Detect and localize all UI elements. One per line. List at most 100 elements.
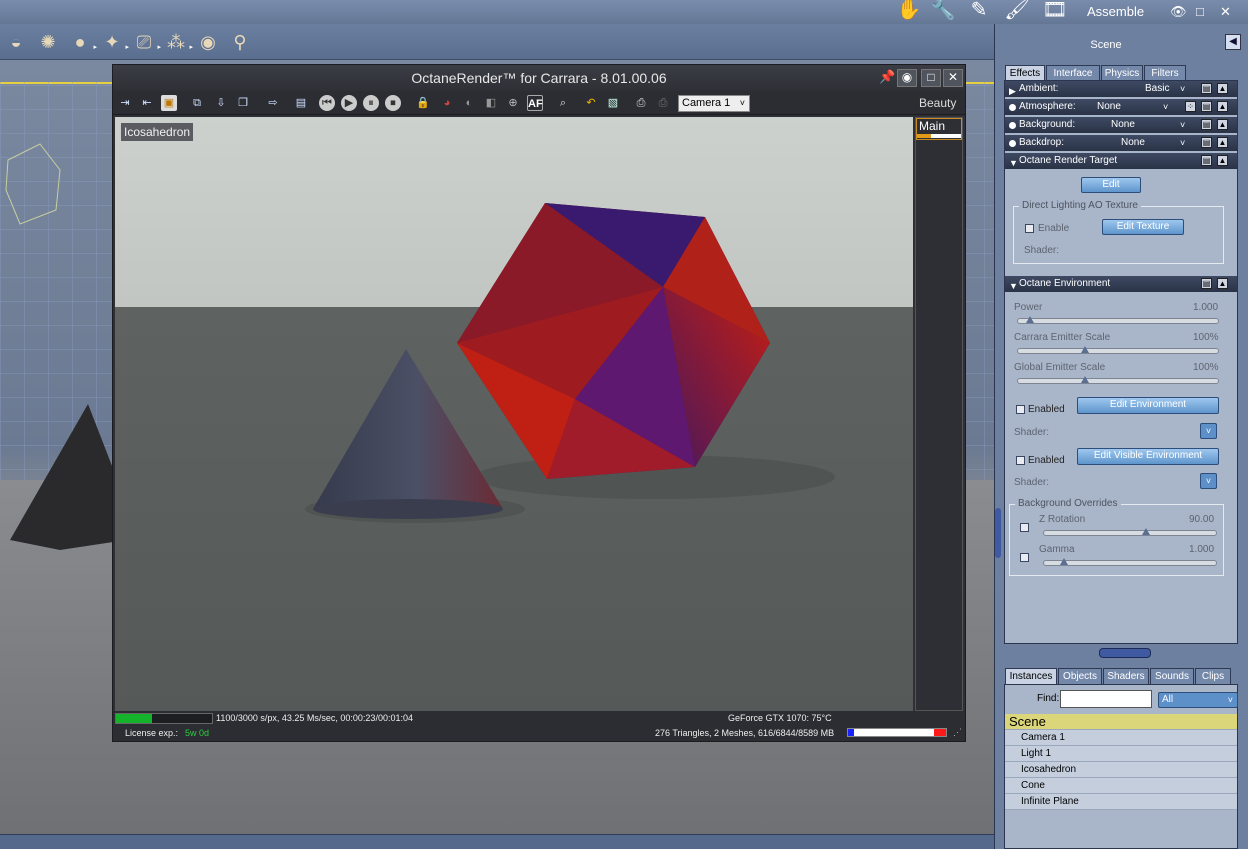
load-icon[interactable]: ▲ (1217, 101, 1228, 112)
render-layers-panel[interactable]: Main (915, 117, 963, 711)
ambient-row[interactable]: ▶ Ambient: Basic ˅ ▤ ▲ (1005, 81, 1237, 97)
carrara-emitter-scale-slider[interactable] (1017, 346, 1219, 354)
load-icon[interactable]: ▲ (1217, 278, 1228, 289)
autofocus-icon[interactable]: AF (527, 95, 543, 111)
z-rotation-checkbox[interactable] (1020, 523, 1029, 532)
backdrop-row[interactable]: Backdrop: None ˅ ▤ ▲ (1005, 135, 1237, 151)
filter-select[interactable]: All ˅ (1158, 692, 1238, 708)
shader-dropdown[interactable]: ˅ (1200, 423, 1217, 439)
sphere-icon[interactable]: ◐ (461, 95, 477, 111)
crosshair-icon[interactable]: ⊕ (505, 95, 521, 111)
layers-icon[interactable]: ❐ (235, 95, 251, 111)
gamma-checkbox[interactable] (1020, 553, 1029, 562)
save-icon[interactable]: ▤ (1201, 101, 1212, 112)
load-icon[interactable]: ▲ (1217, 119, 1228, 130)
wrench-icon[interactable]: 🔧 (928, 0, 958, 22)
camera-icon[interactable]: ⎚ ▸ (132, 30, 161, 54)
backdrop-value[interactable]: None (1121, 135, 1145, 151)
background-value[interactable]: None (1111, 117, 1135, 133)
grid-icon[interactable]: ⁘ (1185, 101, 1196, 112)
image-icon[interactable]: ▧ (605, 95, 621, 111)
maximize-button[interactable]: □ (921, 69, 941, 87)
tab-instances[interactable]: Instances (1005, 668, 1057, 684)
lock-icon[interactable]: 🔒 (415, 95, 431, 111)
find-input[interactable] (1060, 690, 1152, 708)
tree-item[interactable]: Icosahedron (1005, 762, 1237, 778)
horizontal-splitter-handle[interactable] (1099, 648, 1151, 658)
background-row[interactable]: Background: None ˅ ▤ ▲ (1005, 117, 1237, 133)
chevron-down-icon[interactable]: ˅ (1180, 81, 1185, 97)
tree-item[interactable]: Light 1 (1005, 746, 1237, 762)
edit-environment-button[interactable]: Edit Environment (1077, 397, 1219, 414)
ao-enable-checkbox[interactable] (1025, 224, 1034, 233)
book-icon[interactable]: ▤ (293, 95, 309, 111)
zoom-icon[interactable]: ⌕ (555, 95, 571, 111)
hand-tool-icon[interactable]: ✋ (894, 0, 924, 22)
edit-button[interactable]: Edit (1081, 177, 1141, 193)
export-icon[interactable]: ⇥ (117, 95, 133, 111)
tab-interface[interactable]: Interface (1046, 65, 1100, 81)
z-rotation-slider[interactable] (1043, 528, 1217, 536)
enabled-checkbox[interactable] (1016, 405, 1025, 414)
folder-icon[interactable]: ▣ (161, 95, 177, 111)
shader-visible-dropdown[interactable]: ˅ (1200, 473, 1217, 489)
save-icon[interactable]: ▤ (1201, 137, 1212, 148)
expand-icon[interactable]: ▶ (1009, 83, 1016, 99)
save-icon[interactable]: ▤ (1201, 83, 1212, 94)
render-pass-label[interactable]: Beauty (919, 96, 956, 110)
molecule-icon[interactable]: ⁂ ▸ (164, 30, 193, 54)
copy-icon[interactable]: ⧉ (189, 95, 205, 111)
import-icon[interactable]: ⇩ (213, 95, 229, 111)
pin-icon[interactable]: 📌 (879, 69, 895, 85)
pen-icon[interactable]: ✎ (964, 0, 994, 22)
ambient-value[interactable]: Basic (1145, 81, 1169, 97)
teapot-icon[interactable]: ◒ (4, 30, 28, 54)
load-icon[interactable]: ▲ (1217, 155, 1228, 166)
camera-select[interactable]: Camera 1 ˅ (678, 95, 750, 112)
spot-light-icon[interactable]: ✦ ▸ (100, 30, 129, 54)
paintbrush-icon[interactable]: 🖌 (1002, 0, 1032, 22)
load-icon[interactable]: ▲ (1217, 137, 1228, 148)
collapse-icon[interactable]: ▼ (1009, 155, 1018, 171)
panel-splitter-handle[interactable] (995, 508, 1001, 558)
region-icon[interactable]: ◧ (483, 95, 499, 111)
atmosphere-value[interactable]: None (1097, 99, 1121, 115)
sphere-icon[interactable]: ● ▸ (68, 30, 97, 54)
global-emitter-scale-slider[interactable] (1017, 376, 1219, 384)
export-alt-icon[interactable]: ⇤ (139, 95, 155, 111)
restart-icon[interactable]: ⏮ (319, 95, 335, 111)
save-icon[interactable]: ▤ (1201, 119, 1212, 130)
octane-environment-row[interactable]: ▼ Octane Environment ▤ ▲ (1005, 276, 1237, 292)
tree-item[interactable]: Infinite Plane (1005, 794, 1237, 810)
close-button[interactable]: ✕ (1220, 4, 1231, 20)
resize-grip-icon[interactable]: ⋰ (953, 727, 962, 738)
tree-item-scene[interactable]: Scene (1005, 714, 1237, 730)
atmosphere-row[interactable]: Atmosphere: None ˅ ⁘ ▤ ▲ (1005, 99, 1237, 115)
send-icon[interactable]: ⇨ (265, 95, 281, 111)
play-icon[interactable]: ▶ (341, 95, 357, 111)
edit-visible-environment-button[interactable]: Edit Visible Environment (1077, 448, 1219, 465)
close-button[interactable]: ✕ (943, 69, 963, 87)
power-slider[interactable] (1017, 316, 1219, 324)
load-icon[interactable]: ▲ (1217, 83, 1228, 94)
render-target-row[interactable]: ▼ Octane Render Target ▤ ▲ (1005, 153, 1237, 169)
filmstrip-icon[interactable]: 🎞 (1040, 0, 1070, 22)
eye-icon[interactable]: ◉ (897, 69, 917, 87)
gamma-slider[interactable] (1043, 558, 1217, 566)
collapse-panel-icon[interactable]: ◀ (1225, 34, 1241, 50)
edit-texture-button[interactable]: Edit Texture (1102, 219, 1184, 235)
tab-objects[interactable]: Objects (1058, 668, 1102, 684)
color-wheel-icon[interactable]: ◕ (439, 95, 455, 111)
tab-shaders[interactable]: Shaders (1103, 668, 1149, 684)
chevron-down-icon[interactable]: ˅ (1163, 99, 1168, 115)
octane-title-bar[interactable]: OctaneRender™ for Carrara - 8.01.00.06 📌… (113, 65, 965, 91)
maximize-button[interactable]: □ (1196, 4, 1204, 20)
eye-icon[interactable]: 👁 (1170, 4, 1187, 20)
tab-clips[interactable]: Clips (1195, 668, 1231, 684)
gear-icon[interactable]: ✺ (36, 30, 60, 54)
chevron-down-icon[interactable]: ˅ (1180, 135, 1185, 151)
tree-item[interactable]: Cone (1005, 778, 1237, 794)
target-icon[interactable]: ◉ (196, 30, 220, 54)
render-viewport[interactable]: Icosahedron (115, 117, 913, 711)
tab-physics[interactable]: Physics (1101, 65, 1143, 81)
